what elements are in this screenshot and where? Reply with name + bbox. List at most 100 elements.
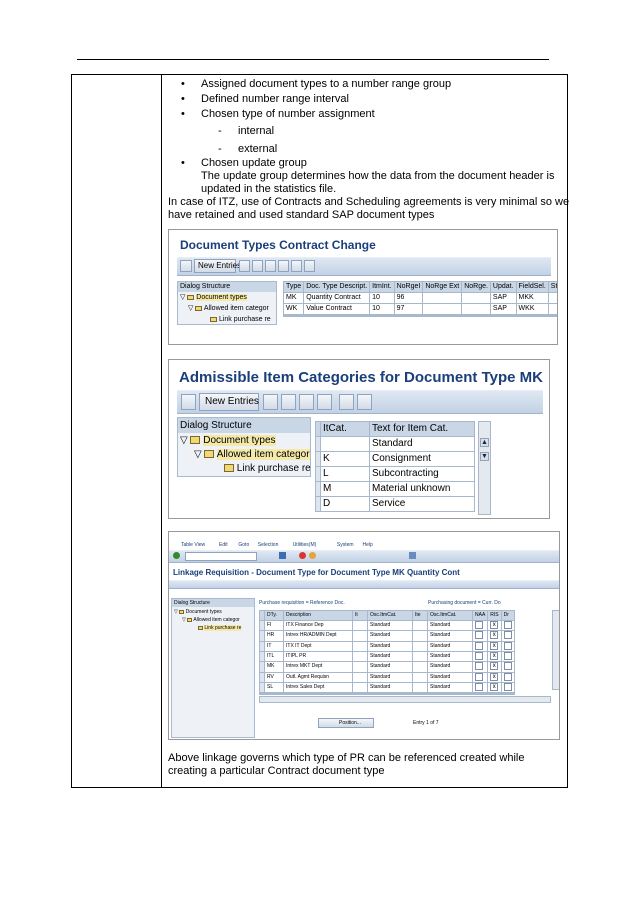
checkbox[interactable] [475,683,483,691]
table-row[interactable]: L Subcontracting [315,466,475,482]
table-row[interactable]: HR Intrex HR/ADMIN Dept Standard Standard x [259,630,515,642]
table-row[interactable]: Standard [315,436,475,452]
checkbox[interactable] [503,621,512,629]
table-row[interactable]: RV Outl. Agmt Requisn Standard Standard x [259,671,515,683]
tree-node[interactable]: Link purchase re [224,462,311,476]
cancel-icon[interactable] [299,552,306,559]
table-row[interactable]: WK Value Contract 10 97 SAP WKK [282,303,557,315]
column-header[interactable]: Text for Item Cat. [369,421,475,437]
tree-node[interactable]: ▽ Document types [174,608,222,616]
checkbox[interactable]: x [490,683,499,691]
column-header[interactable]: ItmInt. [369,281,395,293]
vertical-scrollbar[interactable] [552,610,559,690]
deselect-icon[interactable] [304,260,315,272]
column-header[interactable]: NoRge Ext [422,281,463,293]
column-header[interactable]: DTy. [264,610,284,621]
checkbox[interactable] [503,683,512,691]
table-row[interactable]: IT ITX IT Dept Standard Standard x [259,640,515,653]
exit-icon[interactable] [309,552,316,559]
change-display-icon[interactable] [180,260,192,272]
table-row[interactable]: D Service [315,496,475,512]
table-row[interactable]: MK Intrex MKT Dept Standard Standard x [259,661,515,673]
enter-icon[interactable] [173,552,180,559]
column-header[interactable]: NoRge. [461,281,491,293]
select-all-icon[interactable] [317,394,332,410]
checkbox[interactable]: x [490,621,499,629]
checkbox[interactable] [503,631,512,640]
horizontal-scrollbar[interactable] [259,696,551,703]
menu-item[interactable]: System [337,542,354,548]
undo-icon[interactable] [265,260,276,272]
checkbox[interactable]: x [490,652,499,660]
checkbox[interactable] [475,662,483,671]
new-entries-button[interactable]: New Entries [194,259,241,273]
tree-node[interactable]: ▽ Document types [180,293,247,303]
column-header[interactable]: Type [282,281,305,293]
scroll-up-icon[interactable]: ▲ [480,438,489,447]
checkbox[interactable] [475,642,483,650]
help-icon[interactable] [409,552,416,559]
checkbox[interactable]: x [490,673,499,681]
undo-icon[interactable] [299,394,314,410]
column-header[interactable]: Doc. Type Descript. [303,281,371,293]
menu-item[interactable]: Selection [258,542,279,548]
menu-item[interactable]: Help [363,542,373,548]
checkbox[interactable] [503,662,512,671]
checkbox[interactable] [503,673,512,681]
column-header[interactable]: RIS [487,610,502,621]
scroll-down-icon[interactable]: ▼ [480,452,489,461]
tree-node[interactable]: ▽ Allowed item categor [182,616,240,624]
table-row[interactable] [259,693,515,696]
copy-icon[interactable] [239,260,250,272]
column-header[interactable]: ItCat. [320,421,370,437]
select-all-icon[interactable] [278,260,289,272]
save-icon[interactable] [279,552,286,559]
checkbox[interactable] [475,631,483,640]
tree-node[interactable]: Link purchase re [198,624,242,632]
new-entries-button[interactable]: New Entries [199,393,259,411]
save-icon[interactable] [281,394,296,410]
tree-node[interactable]: ▽ Allowed item categor [194,448,310,462]
checkbox[interactable] [475,673,483,681]
table-row[interactable]: K Consignment [315,451,475,467]
checkbox[interactable] [475,621,483,629]
checkbox[interactable]: x [490,631,499,640]
vertical-scrollbar[interactable]: ▲ ▼ [478,421,491,515]
column-header[interactable]: Description [283,610,353,621]
menu-item[interactable]: Goto [238,542,249,548]
checkbox[interactable]: x [490,662,499,671]
select-block-icon[interactable] [339,394,354,410]
column-header[interactable]: StImI [547,281,557,293]
tree-node[interactable]: ▽ Allowed item categor [188,304,269,314]
change-display-icon[interactable] [181,394,196,410]
column-header[interactable]: Dr [500,610,515,621]
copy-icon[interactable] [263,394,278,410]
table-row[interactable]: SL Intrex Sales Dept Standard Standard x [259,681,515,694]
save-icon[interactable] [252,260,263,272]
table-row[interactable]: ITL ITIPL PR Standard Standard x [259,650,515,663]
menu-item[interactable]: Utilities(M) [293,542,317,548]
tree-node[interactable]: Link purchase re [210,315,271,325]
tree-node[interactable]: ▽ Document types [180,434,276,448]
select-block-icon[interactable] [291,260,302,272]
checkbox[interactable]: x [490,642,499,650]
table-row[interactable]: FI ITX Finance Dep Standard Standard x [259,619,515,632]
column-header[interactable]: NoRgeI [393,281,424,293]
menu-item[interactable]: Table View [181,542,205,548]
column-header[interactable]: It [352,610,368,621]
checkbox[interactable] [503,652,512,660]
column-header[interactable]: Updat. [489,281,517,293]
command-field[interactable] [185,552,257,561]
checkbox[interactable] [503,642,512,650]
checkbox[interactable] [475,652,483,660]
menu-item[interactable]: Edit [219,542,228,548]
column-header[interactable]: Osc.ItmCat. [427,610,473,621]
table-row[interactable]: M Material unknown [315,481,475,497]
table-row[interactable] [282,315,557,317]
column-header[interactable]: Osc.ItmCat. [367,610,413,621]
column-header[interactable]: NAA [471,610,489,621]
deselect-icon[interactable] [357,394,372,410]
column-header[interactable]: Ite [412,610,428,621]
position-button[interactable]: Position... [318,718,374,728]
table-row[interactable]: MK Quantity Contract 10 96 SAP MKK [282,292,557,304]
